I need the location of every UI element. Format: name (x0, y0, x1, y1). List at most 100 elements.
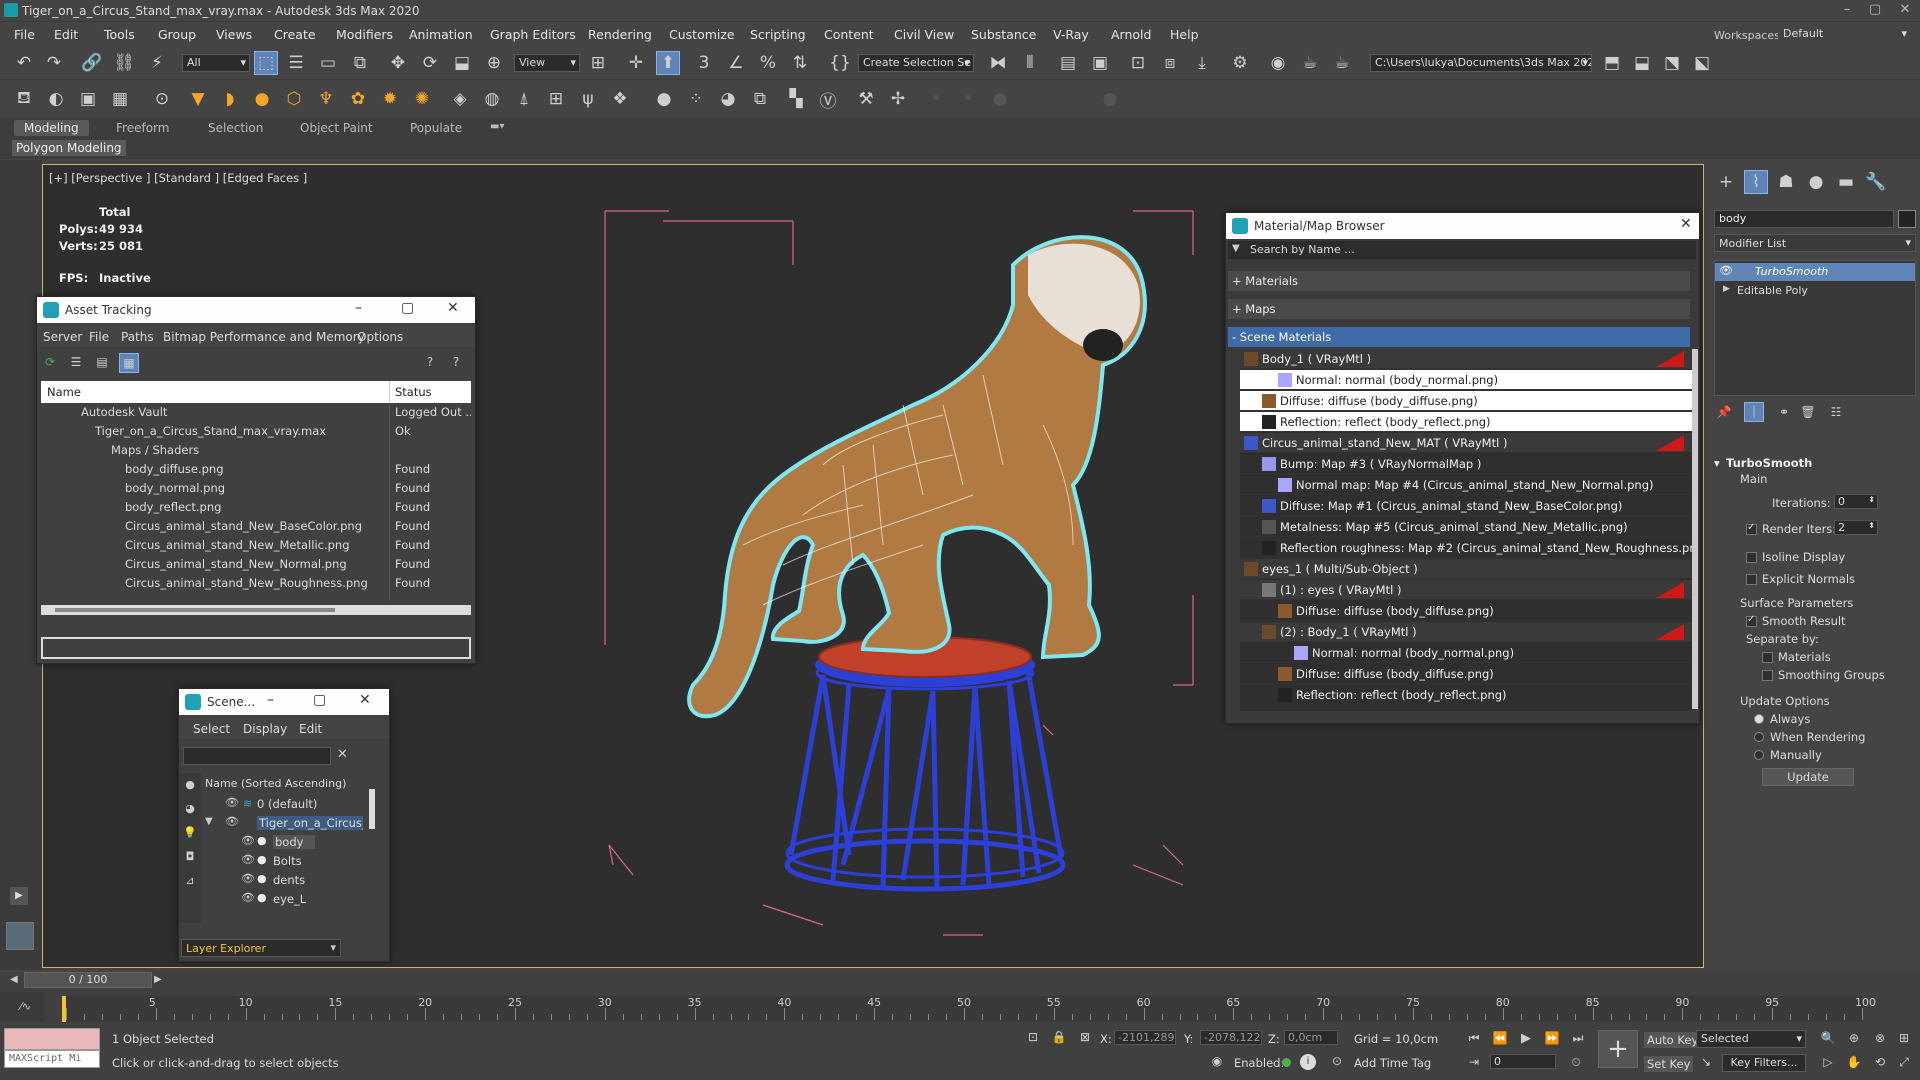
menu-rendering[interactable]: Rendering (588, 27, 652, 42)
move-icon[interactable]: ✥ (386, 51, 410, 75)
light-ambient-icon[interactable]: ✿ (346, 87, 370, 111)
key-mode-toggle-icon[interactable]: ↘ (1696, 1052, 1716, 1072)
light-sphere-icon[interactable]: ● (250, 87, 274, 111)
orbit-icon[interactable]: ⟲ (1870, 1052, 1890, 1072)
render-dot-icon[interactable]: ● (257, 891, 267, 904)
list-item[interactable]: ▼ 👁 Tiger_on_a_Circus_Stand (203, 814, 363, 832)
undo-icon[interactable]: ↶ (12, 51, 36, 75)
goto-start-icon[interactable]: ⏮ (1464, 1028, 1484, 1048)
map-row[interactable]: Bump: Map #3 ( VRayNormalMap ) (1240, 454, 1692, 474)
modifier-stack-item[interactable]: 👁 TurboSmooth (1715, 263, 1915, 281)
tab-freeform[interactable]: Freeform (106, 120, 179, 136)
table-row[interactable]: Circus_animal_stand_New_Normal.png Found (41, 555, 471, 574)
material-scene-icon[interactable]: ◕ (716, 87, 740, 111)
configure-modifier-sets-icon[interactable]: ☷ (1826, 402, 1846, 422)
make-unique-icon[interactable]: ⚭ (1774, 402, 1794, 422)
table-view-icon[interactable]: ▦ (119, 353, 139, 373)
unlink-icon[interactable]: ⛓ (112, 51, 136, 75)
vray-proxy-icon[interactable]: ▣ (76, 87, 100, 111)
menu-customize[interactable]: Customize (669, 27, 735, 42)
menu-help[interactable]: Help (1170, 27, 1199, 42)
edit-named-selection-icon[interactable]: {} (828, 51, 852, 75)
table-row[interactable]: Autodesk Vault Logged Out ... (41, 403, 471, 422)
key-selection-dropdown[interactable]: Selected ▾ (1696, 1030, 1806, 1048)
eye-icon[interactable]: 👁 (225, 815, 239, 828)
menu-views[interactable]: Views (216, 27, 252, 42)
close-button[interactable]: ✕ (1896, 2, 1914, 18)
rendered-frame-window-icon[interactable]: ◉ (1266, 51, 1290, 75)
search-options-icon[interactable]: ▼ (1232, 243, 1240, 254)
zoom-all-icon[interactable]: ⊕ (1844, 1028, 1864, 1048)
info-icon[interactable]: i (1300, 1054, 1316, 1070)
curve-editor-mini-icon[interactable]: ⁄∿ (0, 992, 44, 1022)
menu-edit[interactable]: Edit (299, 722, 322, 736)
spinner-snap-icon[interactable]: ⇅ (788, 51, 812, 75)
vertical-scrollbar[interactable] (369, 789, 375, 829)
project-path-dropdown[interactable]: C:\Users\lukya\Documents\3ds Max 2022 ▾ (1370, 54, 1592, 72)
menu-scripting[interactable]: Scripting (750, 27, 806, 42)
next-frame-icon[interactable]: ▶ (154, 974, 162, 985)
reference-coordinate-dropdown[interactable]: View ▾ (514, 54, 580, 72)
scene-explorer-titlebar[interactable]: Scene... – ▢ ✕ (179, 689, 389, 715)
goto-end-icon[interactable]: ⏭ (1568, 1028, 1588, 1048)
render-dot-icon[interactable]: ● (257, 834, 267, 847)
spinner-arrows-icon[interactable]: ⬍ (1868, 521, 1875, 530)
zoom-icon[interactable]: 🔍 (1818, 1028, 1838, 1048)
maximize-button[interactable]: ▢ (313, 692, 326, 708)
light-mesh-icon[interactable]: ⬡ (282, 87, 306, 111)
project-open-icon[interactable]: ⬓ (1630, 51, 1654, 75)
remove-modifier-icon[interactable]: 🗑 (1798, 402, 1818, 422)
list-item[interactable]: 👁 ● Bolts (203, 852, 363, 870)
menu-graph-editors[interactable]: Graph Editors (490, 27, 576, 42)
menu-civil-view[interactable]: Civil View (894, 27, 954, 42)
select-manipulate-icon[interactable]: ✛ (624, 51, 648, 75)
menu-group[interactable]: Group (158, 27, 196, 42)
menu-tools[interactable]: Tools (104, 27, 135, 42)
prev-frame-icon[interactable]: ◀ (10, 974, 18, 985)
material-assign-icon[interactable]: ⧉ (748, 87, 772, 111)
map-row[interactable]: Reflection: reflect (body_reflect.png) (1240, 685, 1692, 705)
table-row[interactable]: body_diffuse.png Found (41, 460, 471, 479)
eye-icon[interactable]: 👁 (241, 834, 255, 847)
time-configuration-icon[interactable]: ⏲ (1566, 1052, 1586, 1072)
key-mode-icon[interactable]: ⇥ (1464, 1052, 1484, 1072)
modifier-list-dropdown[interactable]: Modifier List ▾ (1714, 234, 1916, 252)
smooth-result-checkbox[interactable] (1746, 614, 1757, 627)
collapse-icon[interactable]: ▼ (205, 816, 213, 827)
menu-modifiers[interactable]: Modifiers (336, 27, 393, 42)
map-row[interactable]: Normal: normal (body_normal.png) (1240, 370, 1692, 390)
close-button[interactable]: ✕ (1680, 216, 1692, 232)
zoom-extents-all-icon[interactable]: ⊞ (1894, 1028, 1914, 1048)
separate-smoothing-checkbox[interactable] (1762, 670, 1773, 681)
curve-editor-icon[interactable]: ⊡ (1126, 51, 1150, 75)
table-row[interactable]: Circus_animal_stand_New_Metallic.png Foun… (41, 536, 471, 555)
filter-cameras-icon[interactable]: ◘ (181, 847, 199, 865)
map-row[interactable]: Diffuse: Map #1 (Circus_animal_stand_New… (1240, 496, 1692, 516)
map-row[interactable]: Diffuse: diffuse (body_diffuse.png) (1240, 391, 1692, 411)
update-button[interactable]: Update (1762, 768, 1854, 786)
scale-icon[interactable]: ⬓ (450, 51, 474, 75)
eye-icon[interactable]: 👁 (241, 853, 255, 866)
bind-spacewarp-icon[interactable]: ⚡ (145, 51, 169, 75)
eye-icon[interactable]: 👁 (225, 796, 239, 809)
close-button[interactable]: ✕ (359, 692, 371, 708)
render-iterative-icon[interactable]: ☕ (1330, 51, 1354, 75)
light-sun-alt-icon[interactable]: ✺ (410, 87, 434, 111)
eye-icon[interactable]: 👁 (241, 891, 255, 904)
help-alt-icon[interactable]: ? (447, 353, 465, 371)
maximize-button[interactable]: ▢ (401, 300, 414, 316)
vray-sky-icon[interactable]: ⊙ (150, 87, 174, 111)
zoom-extents-icon[interactable]: ⊗ (1870, 1028, 1890, 1048)
turbosmooth-rollout-header[interactable]: ▾ TurboSmooth (1714, 454, 1916, 474)
explorer-type-dropdown[interactable]: Layer Explorer ▾ (181, 939, 341, 957)
column-name[interactable]: Name (47, 385, 81, 399)
light-ies-icon[interactable]: ♆ (314, 87, 338, 111)
horizontal-scrollbar[interactable] (41, 605, 471, 615)
clear-search-icon[interactable]: ✕ (337, 747, 348, 762)
menu-file[interactable]: File (14, 27, 35, 42)
vray-fur-grass-icon[interactable]: ψ (576, 87, 600, 111)
menu-edit[interactable]: Edit (54, 27, 78, 42)
adaptive-degradation-icon[interactable]: ◉ (1208, 1052, 1226, 1070)
explicit-normals-checkbox[interactable] (1746, 574, 1757, 585)
rotate-icon[interactable]: ⟳ (418, 51, 442, 75)
